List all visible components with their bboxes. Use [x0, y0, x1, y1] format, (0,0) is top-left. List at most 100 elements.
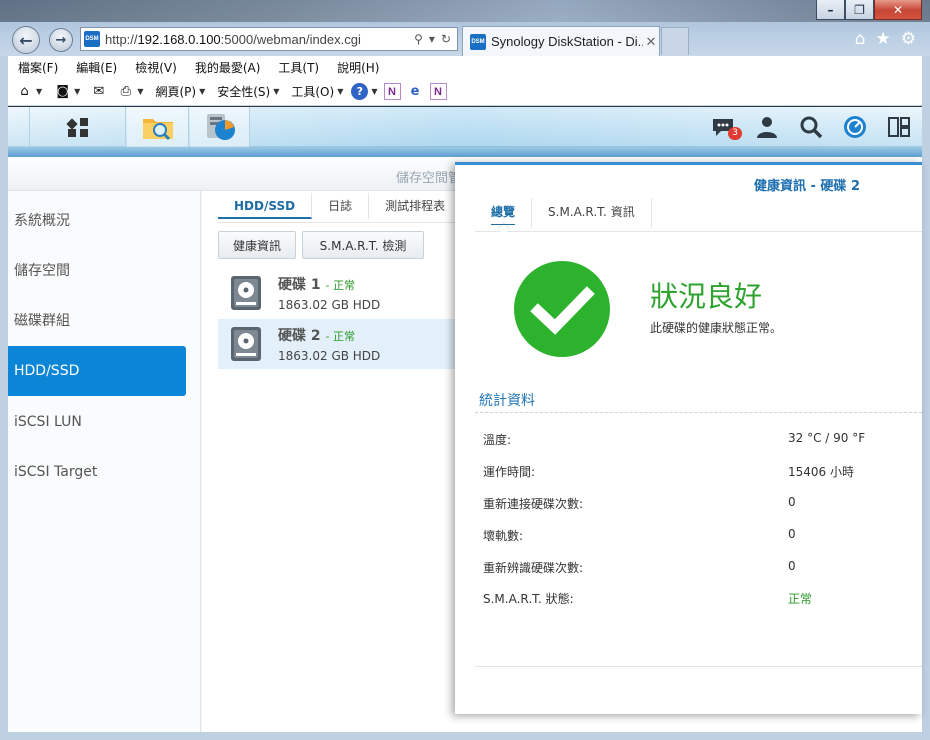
- disk-row-1[interactable]: 硬碟 1 - 正常 1863.02 GB HDD: [218, 268, 458, 318]
- new-tab-button[interactable]: [661, 27, 689, 55]
- tab-test-schedule[interactable]: 測試排程表: [369, 193, 463, 219]
- widgets-button[interactable]: [886, 114, 912, 140]
- onenote-send-command[interactable]: N: [429, 83, 447, 100]
- window-controls: – ❐ ✕: [816, 0, 922, 20]
- menu-view[interactable]: 檢視(V): [125, 59, 185, 76]
- disk-name: 硬碟 2: [278, 328, 321, 344]
- health-status-description: 此硬碟的健康狀態正常。: [650, 321, 783, 335]
- home-command[interactable]: ⌂ ▼: [16, 83, 42, 100]
- browser-tab[interactable]: DSM Synology DiskStation - Di... ✕: [462, 26, 660, 56]
- search-icon[interactable]: ⚲: [414, 32, 423, 46]
- mail-command[interactable]: ✉: [90, 83, 107, 100]
- page-menu[interactable]: 網頁(P) ▼: [155, 83, 205, 100]
- smart-test-button[interactable]: S.M.A.R.T. 檢測: [302, 231, 424, 259]
- stat-power-on-hours: 運作時間: 15406 小時: [483, 465, 854, 479]
- window-titlebar: – ❐ ✕ ← → DSM http://192.168.0.100:5000/…: [0, 0, 930, 56]
- onenote-command[interactable]: N: [383, 83, 401, 100]
- tab-title: Synology DiskStation - Di...: [491, 34, 643, 49]
- user-icon: [757, 117, 777, 138]
- forward-button[interactable]: →: [49, 28, 73, 52]
- url-text[interactable]: http://192.168.0.100:5000/webman/index.c…: [105, 32, 414, 47]
- search-button[interactable]: [798, 114, 824, 140]
- disk-row-2[interactable]: 硬碟 2 - 正常 1863.02 GB HDD: [218, 319, 458, 369]
- sidebar-item-overview[interactable]: 系統概況: [8, 195, 186, 245]
- dropdown-caret-icon[interactable]: ▾: [429, 32, 435, 46]
- menu-edit[interactable]: 編輯(E): [66, 59, 125, 76]
- onenote-send-icon: N: [429, 83, 447, 100]
- disk-name: 硬碟 1: [278, 277, 321, 293]
- home-icon[interactable]: ⌂: [855, 29, 866, 49]
- minimize-button[interactable]: –: [816, 0, 845, 20]
- sidebar-item-disk-group[interactable]: 磁碟群組: [8, 295, 186, 345]
- tools-menu[interactable]: 工具(O) ▼: [291, 83, 343, 100]
- storage-manager-icon: [206, 114, 235, 140]
- sidebar-item-iscsi-target[interactable]: iSCSI Target: [8, 447, 186, 497]
- command-bar: ⌂ ▼ ◙ ▼ ✉ ⎙ ▼ 網頁(P) ▼ 安全性(S) ▼ 工具(O) ▼ ? ▼ N e …: [8, 78, 922, 106]
- notifications-button[interactable]: 3: [710, 114, 742, 140]
- stat-reconnection-count: 重新連接硬碟次數: 0: [483, 495, 796, 511]
- hard-disk-icon: [231, 276, 261, 310]
- refresh-icon[interactable]: ↻: [441, 32, 451, 46]
- maximize-button[interactable]: ❐: [845, 0, 874, 20]
- menu-tools[interactable]: 工具(T): [268, 59, 327, 76]
- health-info-dialog: 健康資訊 - 硬碟 2 總覽 S.M.A.R.T. 資訊 狀況良好 此硬碟的健康…: [455, 162, 922, 714]
- system-health-button[interactable]: [842, 114, 868, 140]
- dialog-tabs: 總覽 S.M.A.R.T. 資訊: [475, 198, 922, 232]
- widgets-layout-icon: [888, 117, 910, 137]
- dsm-taskbar-right: 3: [710, 107, 912, 147]
- sidebar-item-hdd-ssd[interactable]: HDD/SSD: [8, 346, 186, 396]
- address-tools: ⚲ ▾ ↻: [414, 32, 457, 46]
- storage-manager-taskbar-button[interactable]: [190, 107, 250, 147]
- statistics-section-title: 統計資料: [479, 393, 535, 409]
- health-status-title: 狀況良好: [650, 280, 763, 313]
- disk-size: 1863.02 GB HDD: [278, 349, 381, 363]
- close-window-button[interactable]: ✕: [874, 0, 922, 20]
- disk-status: - 正常: [325, 330, 355, 343]
- mail-icon: ✉: [93, 84, 105, 99]
- safety-menu[interactable]: 安全性(S) ▼: [217, 83, 279, 100]
- search-icon: [800, 116, 823, 139]
- disk-size: 1863.02 GB HDD: [278, 298, 381, 312]
- window-frame-right: [922, 56, 930, 736]
- health-info-button[interactable]: 健康資訊: [218, 231, 296, 259]
- main-menu-button[interactable]: [30, 107, 126, 147]
- file-station-taskbar-button[interactable]: [127, 107, 189, 147]
- home-icon: ⌂: [20, 84, 29, 99]
- stat-temperature: 溫度: 32 °C / 90 °F: [483, 431, 866, 447]
- window-frame-left: [0, 56, 8, 736]
- disk-status: - 正常: [325, 279, 355, 292]
- tab-overview[interactable]: 總覽: [475, 198, 533, 228]
- tab-smart-info[interactable]: S.M.A.R.T. 資訊: [532, 198, 652, 228]
- menu-help[interactable]: 說明(H): [327, 59, 387, 76]
- tab-log[interactable]: 日誌: [312, 193, 370, 219]
- favorites-star-icon[interactable]: ★: [876, 29, 891, 49]
- tab-close-icon[interactable]: ✕: [643, 34, 659, 50]
- forward-arrow-icon: →: [55, 32, 67, 48]
- settings-gear-icon[interactable]: ⚙: [901, 29, 916, 49]
- menu-bar: 檔案(F) 編輯(E) 檢視(V) 我的最愛(A) 工具(T) 說明(H): [8, 56, 922, 78]
- dashboard-gauge-icon: [844, 116, 866, 138]
- addon-command[interactable]: e: [407, 83, 424, 100]
- help-icon: ?: [351, 83, 369, 100]
- menu-favorites[interactable]: 我的最愛(A): [185, 59, 269, 76]
- dsm-taskbar-underbar: [8, 147, 922, 157]
- addon-e-icon: e: [410, 84, 420, 99]
- site-favicon-icon: DSM: [84, 31, 100, 47]
- menu-file[interactable]: 檔案(F): [8, 59, 66, 76]
- stat-bad-sectors: 壞軌數: 0: [483, 527, 796, 543]
- sidebar-item-iscsi-lun[interactable]: iSCSI LUN: [8, 397, 186, 447]
- help-command[interactable]: ? ▼: [351, 83, 378, 100]
- tab-hdd-ssd[interactable]: HDD/SSD: [218, 193, 313, 219]
- sidebar-item-volume[interactable]: 儲存空間: [8, 245, 186, 295]
- back-button[interactable]: ←: [12, 26, 40, 54]
- section-divider: [475, 412, 922, 413]
- user-button[interactable]: [754, 114, 780, 140]
- print-command[interactable]: ⎙ ▼: [117, 83, 144, 100]
- dialog-footer-divider: [475, 666, 922, 667]
- desktop-background-strip: [0, 0, 930, 22]
- feeds-command[interactable]: ◙ ▼: [54, 83, 80, 100]
- browser-right-tools: ⌂ ★ ⚙: [855, 29, 916, 49]
- address-bar[interactable]: DSM http://192.168.0.100:5000/webman/ind…: [80, 27, 458, 51]
- onenote-icon: N: [383, 83, 401, 100]
- stat-reidentify-count: 重新辨識硬碟次數: 0: [483, 559, 796, 575]
